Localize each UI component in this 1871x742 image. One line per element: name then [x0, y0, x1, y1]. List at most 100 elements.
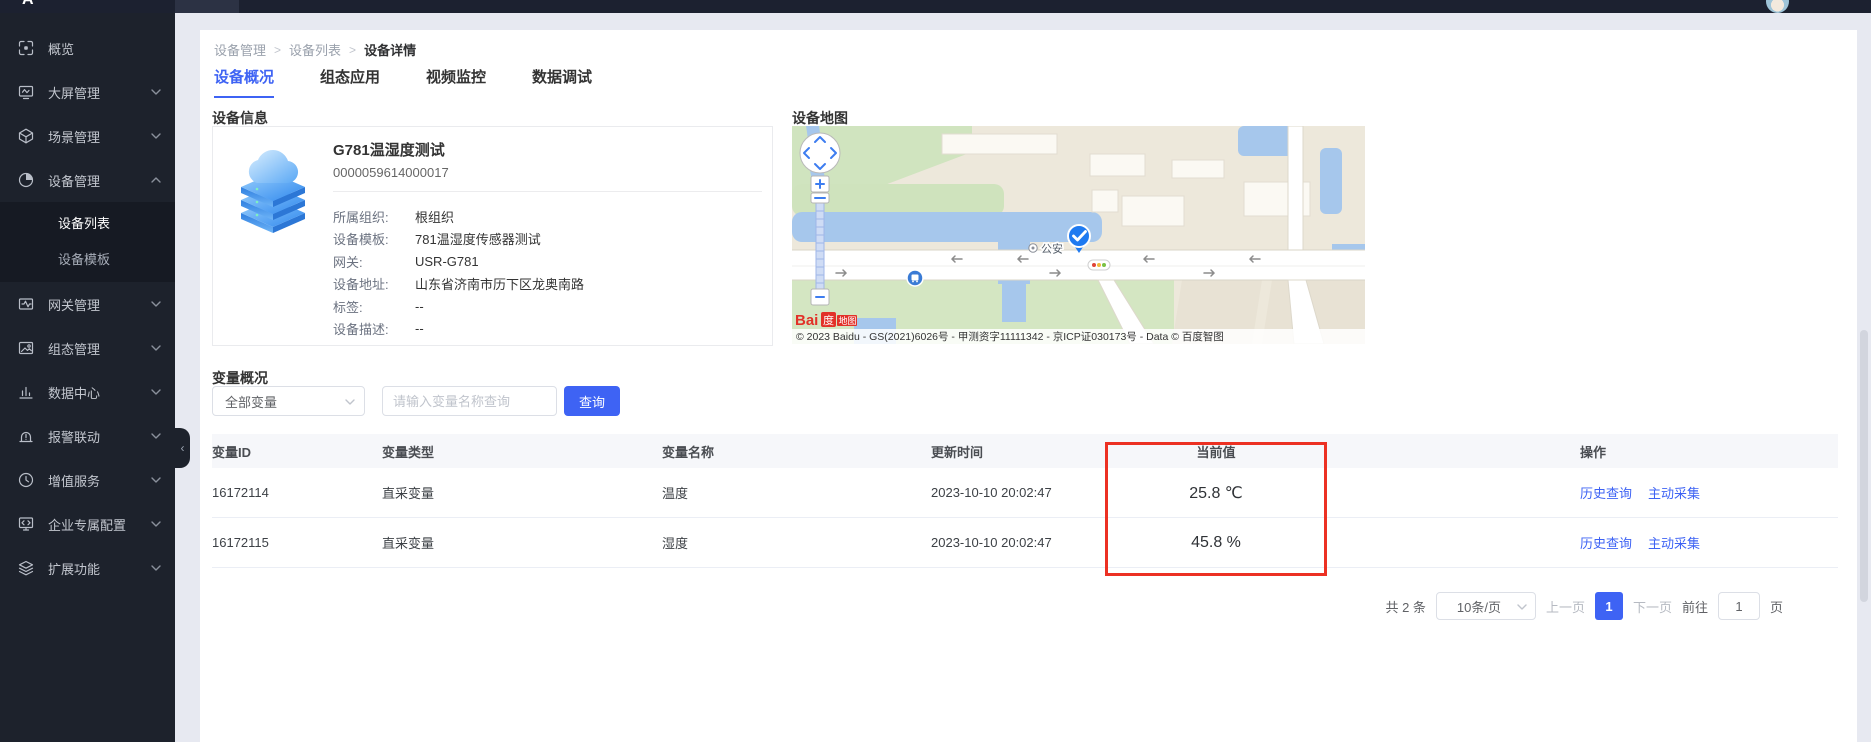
- chevron-down-icon: [151, 89, 161, 95]
- field-value: 山东省济南市历下区龙奥南路: [415, 274, 584, 293]
- goto-page-input[interactable]: [1718, 592, 1760, 620]
- field-value: --: [415, 321, 424, 336]
- tab-device-overview[interactable]: 设备概况: [214, 66, 274, 98]
- sidebar-item-value-services[interactable]: 增值服务: [0, 458, 175, 502]
- tab-video-monitor[interactable]: 视频监控: [426, 66, 486, 98]
- sidebar-item-label: 增值服务: [48, 471, 151, 490]
- breadcrumb-device-mgmt[interactable]: 设备管理: [214, 40, 266, 59]
- chevron-up-icon: [151, 177, 161, 183]
- history-query-link[interactable]: 历史查询: [1580, 533, 1632, 552]
- header-current-value: 当前值: [1105, 442, 1327, 461]
- cell-variable-name: 温度: [662, 483, 931, 502]
- device-fields: 所属组织:根组织 设备模板:781温湿度传感器测试 网关:USR-G781 设备…: [333, 205, 764, 340]
- overview-icon: [18, 40, 34, 56]
- sidebar-item-label: 报警联动: [48, 427, 151, 446]
- device-info-card: G781温湿度测试 0000059614000017 所属组织:根组织 设备模板…: [212, 126, 773, 346]
- field-label: 网关:: [333, 252, 415, 271]
- cell-variable-id: 16172115: [212, 535, 382, 550]
- chevron-down-icon: [151, 565, 161, 571]
- chevron-down-icon: [151, 521, 161, 527]
- field-value: 根组织: [415, 207, 454, 226]
- chevron-down-icon: [151, 477, 161, 483]
- map-pan-control[interactable]: [800, 133, 840, 173]
- header-actions: 操作: [1580, 442, 1838, 461]
- sidebar-item-scene-mgmt[interactable]: 场景管理: [0, 114, 175, 158]
- sidebar-item-screen-mgmt[interactable]: 大屏管理: [0, 70, 175, 114]
- app-logo: A: [22, 0, 34, 9]
- pagination-total: 共 2 条: [1385, 597, 1425, 616]
- sidebar-item-extensions[interactable]: 扩展功能: [0, 546, 175, 590]
- sidebar-item-gateway-mgmt[interactable]: 网关管理: [0, 282, 175, 326]
- chevron-down-icon: [151, 301, 161, 307]
- map-copyright: © 2023 Baidu - GS(2021)6026号 - 甲测资字11111…: [796, 330, 1224, 343]
- baidu-logo-du: 度: [823, 313, 834, 327]
- cell-variable-name: 湿度: [662, 533, 931, 552]
- header-variable-type: 变量类型: [382, 442, 662, 461]
- field-template: 设备模板:781温湿度传感器测试: [333, 228, 764, 251]
- tab-config-app[interactable]: 组态应用: [320, 66, 380, 98]
- sidebar-item-config-mgmt[interactable]: 组态管理: [0, 326, 175, 370]
- goto-label: 前往: [1682, 597, 1708, 616]
- poi-label: 公安: [1041, 242, 1063, 256]
- header-variable-id: 变量ID: [212, 442, 382, 461]
- sidebar-item-label: 数据中心: [48, 383, 151, 402]
- alarm-icon: [18, 428, 34, 444]
- gateway-icon: [18, 296, 34, 312]
- variable-search-input[interactable]: [382, 386, 557, 416]
- device-illustration: [227, 143, 319, 235]
- manual-collect-link[interactable]: 主动采集: [1648, 483, 1700, 502]
- header-variable-name: 变量名称: [662, 442, 931, 461]
- user-avatar[interactable]: [1766, 0, 1789, 13]
- image-icon: [18, 340, 34, 356]
- sidebar-item-label: 网关管理: [48, 295, 151, 314]
- top-bar: A: [0, 0, 1871, 13]
- field-tags: 标签:--: [333, 295, 764, 318]
- sidebar-item-alarm-linkage[interactable]: 报警联动: [0, 414, 175, 458]
- field-description: 设备描述:--: [333, 318, 764, 341]
- detail-tabs: 设备概况 组态应用 视频监控 数据调试: [214, 66, 592, 98]
- device-info-title: 设备信息: [212, 108, 268, 128]
- page-number-1[interactable]: 1: [1595, 592, 1623, 620]
- sidebar-item-device-list[interactable]: 设备列表: [0, 206, 175, 242]
- query-button[interactable]: 查询: [564, 386, 620, 416]
- variable-type-select[interactable]: 全部变量: [212, 386, 365, 416]
- sidebar-collapse-handle[interactable]: ‹: [175, 428, 190, 468]
- monitor-code-icon: [18, 516, 34, 532]
- device-name: G781温湿度测试: [333, 139, 445, 160]
- cell-variable-id: 16172114: [212, 485, 382, 500]
- sidebar-item-device-template[interactable]: 设备模板: [0, 242, 175, 278]
- baidu-map[interactable]: 公安: [792, 126, 1365, 344]
- sidebar-item-device-mgmt[interactable]: 设备管理: [0, 158, 175, 202]
- vertical-scrollbar[interactable]: [1860, 330, 1868, 602]
- variables-title: 变量概况: [212, 368, 268, 388]
- manual-collect-link[interactable]: 主动采集: [1648, 533, 1700, 552]
- breadcrumb-separator: >: [349, 43, 356, 57]
- prev-page-button[interactable]: 上一页: [1546, 597, 1585, 616]
- bar-chart-icon: [18, 384, 34, 400]
- sidebar-item-enterprise-config[interactable]: 企业专属配置: [0, 502, 175, 546]
- field-value: 781温湿度传感器测试: [415, 229, 541, 248]
- page-size-select[interactable]: 10条/页: [1436, 592, 1536, 620]
- table-row: 16172115 直采变量 湿度 2023-10-10 20:02:47 45.…: [212, 518, 1838, 568]
- field-label: 设备地址:: [333, 274, 415, 293]
- sidebar-item-label: 扩展功能: [48, 559, 151, 578]
- variables-table: 变量ID 变量类型 变量名称 更新时间 当前值 操作 16172114 直采变量…: [212, 434, 1838, 568]
- next-page-button[interactable]: 下一页: [1633, 597, 1672, 616]
- topbar-active-tab[interactable]: [175, 0, 239, 13]
- history-query-link[interactable]: 历史查询: [1580, 483, 1632, 502]
- baidu-logo-map: 地图: [839, 315, 857, 326]
- table-row: 16172114 直采变量 温度 2023-10-10 20:02:47 25.…: [212, 468, 1838, 518]
- field-label: 设备描述:: [333, 319, 415, 338]
- sidebar-item-data-center[interactable]: 数据中心: [0, 370, 175, 414]
- sidebar-item-overview[interactable]: 概览: [0, 26, 175, 70]
- device-map-title: 设备地图: [792, 108, 848, 128]
- field-label: 设备模板:: [333, 229, 415, 248]
- tab-data-debug[interactable]: 数据调试: [532, 66, 592, 98]
- goto-unit: 页: [1770, 597, 1783, 616]
- breadcrumb-device-list[interactable]: 设备列表: [289, 40, 341, 59]
- field-value: --: [415, 299, 424, 314]
- device-id: 0000059614000017: [333, 165, 449, 180]
- main-content: 设备管理 > 设备列表 > 设备详情 设备概况 组态应用 视频监控 数据调试 设…: [200, 30, 1857, 742]
- sidebar-item-label: 概览: [48, 39, 161, 58]
- field-gateway: 网关:USR-G781: [333, 250, 764, 273]
